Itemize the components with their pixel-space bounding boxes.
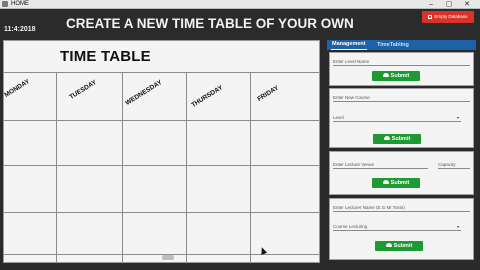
database-icon — [428, 14, 433, 19]
timetable-title: TIME TABLE — [60, 48, 151, 65]
day-header-thursday: THURSDAY — [190, 84, 225, 109]
day-header-tuesday: TUESDAY — [68, 78, 98, 101]
submit-label: Submit — [390, 180, 410, 186]
level-select[interactable]: Level ▾ — [333, 114, 461, 122]
course-select-value: Course Lecturing — [333, 224, 368, 229]
day-header-friday: FRIDAY — [256, 84, 281, 103]
submit-label: Submit — [391, 136, 411, 142]
minimize-button[interactable]: – — [424, 0, 438, 9]
chevron-down-icon: ▾ — [456, 115, 459, 120]
lecturer-name-input[interactable]: Enter Lecturer Name (E.G Mr.Tosin) — [333, 204, 470, 212]
header: CREATE A NEW TIME TABLE OF YOUR OWN 11:4… — [0, 9, 480, 39]
new-course-input[interactable]: Enter New Course — [333, 94, 470, 102]
tab-timetabling[interactable]: TimeTabling — [377, 40, 409, 50]
tab-management[interactable]: Management — [331, 40, 367, 50]
side-panel: Management TimeTabling Enter Level Name … — [327, 40, 476, 264]
lecturer-submit-button[interactable]: Submit — [375, 241, 423, 251]
submit-label: Submit — [393, 243, 413, 249]
day-header-monday: MONDAY — [3, 78, 31, 99]
capacity-input[interactable]: Capacity — [438, 161, 470, 169]
timetable-panel: TIME TABLE MONDAY TUESDAY WEDNESDAY THUR… — [3, 40, 320, 263]
upload-icon — [382, 72, 389, 77]
tab-bar: Management TimeTabling — [327, 40, 476, 50]
day-header-wednesday: WEDNESDAY — [124, 78, 164, 107]
level-select-value: Level — [333, 115, 344, 120]
level-name-input[interactable]: Enter Level Name — [333, 58, 470, 66]
empty-database-label: Empty Database — [434, 14, 468, 19]
timetable-grid: MONDAY TUESDAY WEDNESDAY THURSDAY FRIDAY — [3, 72, 319, 262]
app-window: HOME – ▢ ✕ CREATE A NEW TIME TABLE OF YO… — [0, 0, 480, 270]
grid-line — [4, 120, 319, 121]
bottom-strip — [0, 264, 480, 270]
submit-label: Submit — [390, 73, 410, 79]
clock-date: 11:4:2018 — [4, 26, 36, 33]
maximize-button[interactable]: ▢ — [442, 0, 456, 9]
window-title: HOME — [11, 1, 29, 7]
level-card: Enter Level Name Submit — [329, 52, 474, 86]
scrollbar-handle[interactable] — [162, 255, 174, 260]
venue-card: Enter Lecture Venue Capacity Submit — [329, 151, 474, 195]
grid-line — [56, 72, 57, 262]
grid-line — [186, 72, 187, 262]
course-card: Enter New Course Level ▾ Submit — [329, 88, 474, 148]
grid-line — [122, 72, 123, 262]
empty-database-button[interactable]: Empty Database — [422, 11, 474, 23]
upload-icon — [385, 242, 392, 247]
page-heading: CREATE A NEW TIME TABLE OF YOUR OWN — [66, 16, 354, 31]
lecturer-card: Enter Lecturer Name (E.G Mr.Tosin) Cours… — [329, 198, 474, 260]
venue-submit-button[interactable]: Submit — [372, 178, 420, 188]
chevron-down-icon: ▾ — [456, 224, 459, 229]
close-button[interactable]: ✕ — [460, 0, 474, 9]
lecture-venue-input[interactable]: Enter Lecture Venue — [333, 161, 428, 169]
title-bar: HOME – ▢ ✕ — [0, 0, 480, 9]
grid-line — [4, 212, 319, 213]
upload-icon — [383, 135, 390, 140]
grid-line — [4, 72, 319, 73]
grid-line — [250, 72, 251, 262]
level-submit-button[interactable]: Submit — [372, 71, 420, 81]
course-submit-button[interactable]: Submit — [373, 134, 421, 144]
app-icon — [2, 1, 8, 7]
upload-icon — [382, 179, 389, 184]
course-lecturing-select[interactable]: Course Lecturing ▾ — [333, 223, 461, 231]
grid-line — [4, 165, 319, 166]
